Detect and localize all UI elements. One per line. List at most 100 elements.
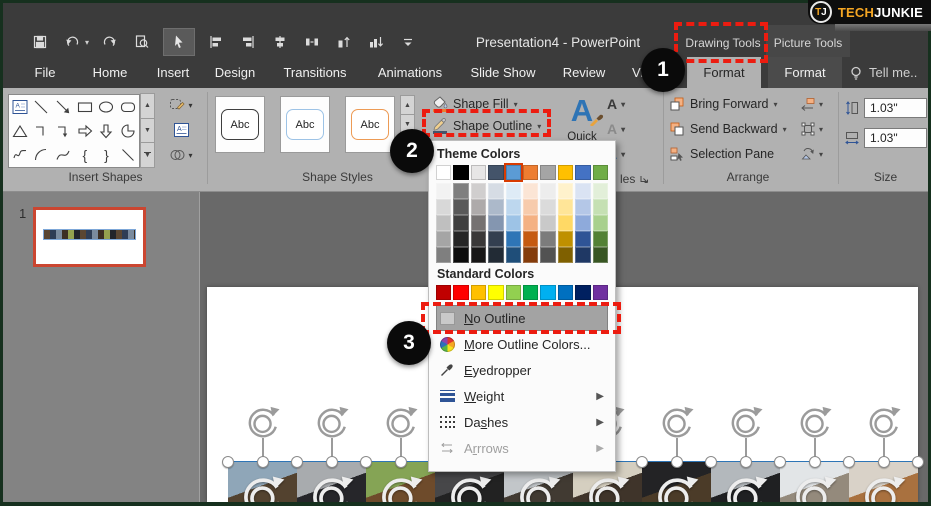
print-preview-icon[interactable] xyxy=(131,29,153,55)
selection-handle[interactable] xyxy=(257,456,269,468)
gallery-scroll-up-button[interactable]: ▲ xyxy=(140,93,155,119)
gallery-scroll-down-button[interactable]: ▼ xyxy=(140,118,155,144)
selection-handle[interactable] xyxy=(705,456,717,468)
align-button[interactable]: ▾ xyxy=(800,96,823,112)
theme-color-swatch[interactable] xyxy=(506,165,521,180)
standard-color-swatch[interactable] xyxy=(436,285,451,300)
dialog-launcher-icon[interactable] xyxy=(639,174,649,184)
customize-qat-icon[interactable] xyxy=(397,29,419,55)
theme-variant-swatch[interactable] xyxy=(593,199,608,215)
theme-variant-swatch[interactable] xyxy=(436,247,451,263)
selection-handle[interactable] xyxy=(360,456,372,468)
redo-icon[interactable] xyxy=(99,29,121,55)
theme-variant-swatch[interactable] xyxy=(488,247,503,263)
theme-color-swatch[interactable] xyxy=(436,165,451,180)
standard-color-swatch[interactable] xyxy=(593,285,608,300)
theme-variant-swatch[interactable] xyxy=(593,183,608,199)
down-arrow-icon[interactable] xyxy=(96,119,118,143)
shape-style-preset-2[interactable]: Abc xyxy=(280,96,330,153)
rotate-handle-icon[interactable] xyxy=(379,474,423,502)
line-icon[interactable] xyxy=(31,95,53,119)
theme-color-swatch[interactable] xyxy=(540,165,555,180)
theme-variant-swatch[interactable] xyxy=(593,215,608,231)
distribute-columns-icon[interactable] xyxy=(301,29,323,55)
gallery-more-button[interactable]: ▼ xyxy=(140,142,155,168)
selection-handle[interactable] xyxy=(912,456,924,468)
send-backward-button[interactable]: Send Backward ▾ xyxy=(669,121,787,137)
rotate-handle-icon[interactable] xyxy=(724,474,768,502)
selection-handle[interactable] xyxy=(291,456,303,468)
selection-handle[interactable] xyxy=(774,456,786,468)
rotate-handle-icon[interactable] xyxy=(586,474,630,502)
tab-design[interactable]: Design xyxy=(209,57,261,88)
theme-color-swatch[interactable] xyxy=(488,165,503,180)
rotate-handle-icon[interactable] xyxy=(241,474,285,502)
standard-color-swatch[interactable] xyxy=(488,285,503,300)
selection-handle[interactable] xyxy=(878,456,890,468)
selection-handle[interactable] xyxy=(395,456,407,468)
text-outline-button[interactable]: A▾ xyxy=(607,121,625,137)
oval-icon[interactable] xyxy=(96,95,118,119)
text-box-button[interactable]: A xyxy=(159,119,203,141)
rotate-objects-button[interactable]: ▾ xyxy=(800,146,823,162)
theme-color-swatch[interactable] xyxy=(593,165,608,180)
theme-variant-swatch[interactable] xyxy=(488,231,503,247)
theme-variant-swatch[interactable] xyxy=(523,199,538,215)
edit-shape-button[interactable]: ▾ xyxy=(159,94,203,116)
theme-variant-swatch[interactable] xyxy=(523,183,538,199)
theme-variant-swatch[interactable] xyxy=(558,231,573,247)
merge-shapes-button[interactable]: ▾ xyxy=(159,144,203,166)
selection-handle[interactable] xyxy=(740,456,752,468)
standard-color-swatch[interactable] xyxy=(506,285,521,300)
standard-color-swatch[interactable] xyxy=(540,285,555,300)
select-icon[interactable] xyxy=(163,28,195,56)
theme-variant-swatch[interactable] xyxy=(523,247,538,263)
theme-variant-swatch[interactable] xyxy=(523,231,538,247)
theme-variant-swatch[interactable] xyxy=(540,215,555,231)
align-objects-right-icon[interactable] xyxy=(237,29,259,55)
theme-variant-swatch[interactable] xyxy=(471,199,486,215)
insert-chart-icon[interactable] xyxy=(365,29,387,55)
theme-variant-swatch[interactable] xyxy=(436,183,451,199)
tell-me-box[interactable]: Tell me.. xyxy=(848,57,917,88)
tab-review[interactable]: Review xyxy=(559,57,609,88)
menu-item-weight[interactable]: Weight ▶ xyxy=(436,383,608,409)
rotate-handle-icon[interactable] xyxy=(517,474,561,502)
gallery-scroll-up-button[interactable]: ▲ xyxy=(400,95,415,115)
theme-variant-swatch[interactable] xyxy=(575,183,590,199)
elbow-arrow-connector-icon[interactable] xyxy=(52,119,74,143)
elbow-connector-icon[interactable] xyxy=(31,119,53,143)
selection-handle[interactable] xyxy=(809,456,821,468)
partial-circle-icon[interactable] xyxy=(117,119,139,143)
tab-file[interactable]: File xyxy=(27,57,63,88)
theme-variant-swatch[interactable] xyxy=(436,199,451,215)
theme-variant-swatch[interactable] xyxy=(453,215,468,231)
diagonal-line-icon[interactable] xyxy=(117,143,139,167)
shape-height-input[interactable] xyxy=(864,98,927,118)
group-objects-button[interactable]: ▾ xyxy=(800,121,823,137)
theme-variant-swatch[interactable] xyxy=(540,231,555,247)
theme-variant-swatch[interactable] xyxy=(593,247,608,263)
theme-variant-swatch[interactable] xyxy=(575,247,590,263)
text-box-icon[interactable]: A xyxy=(9,95,31,119)
tab-insert[interactable]: Insert xyxy=(151,57,195,88)
tab-slide-show[interactable]: Slide Show xyxy=(467,57,539,88)
selection-handle[interactable] xyxy=(222,456,234,468)
theme-variant-swatch[interactable] xyxy=(453,231,468,247)
scribble-icon[interactable] xyxy=(9,143,31,167)
right-brace-icon[interactable]: } xyxy=(96,143,118,167)
theme-variant-swatch[interactable] xyxy=(540,199,555,215)
standard-color-swatch[interactable] xyxy=(523,285,538,300)
theme-variant-swatch[interactable] xyxy=(540,247,555,263)
theme-variant-swatch[interactable] xyxy=(593,231,608,247)
theme-variant-swatch[interactable] xyxy=(523,215,538,231)
theme-variant-swatch[interactable] xyxy=(575,231,590,247)
menu-item-more-outline-colors[interactable]: More Outline Colors... xyxy=(436,331,608,357)
rotate-handle-icon[interactable] xyxy=(655,474,699,502)
tab-format-picture-tools[interactable]: Format xyxy=(768,57,842,88)
selection-handle[interactable] xyxy=(326,456,338,468)
theme-variant-swatch[interactable] xyxy=(436,231,451,247)
menu-item-dashes[interactable]: Dashes ▶ xyxy=(436,409,608,435)
left-brace-icon[interactable]: { xyxy=(74,143,96,167)
standard-color-swatch[interactable] xyxy=(558,285,573,300)
